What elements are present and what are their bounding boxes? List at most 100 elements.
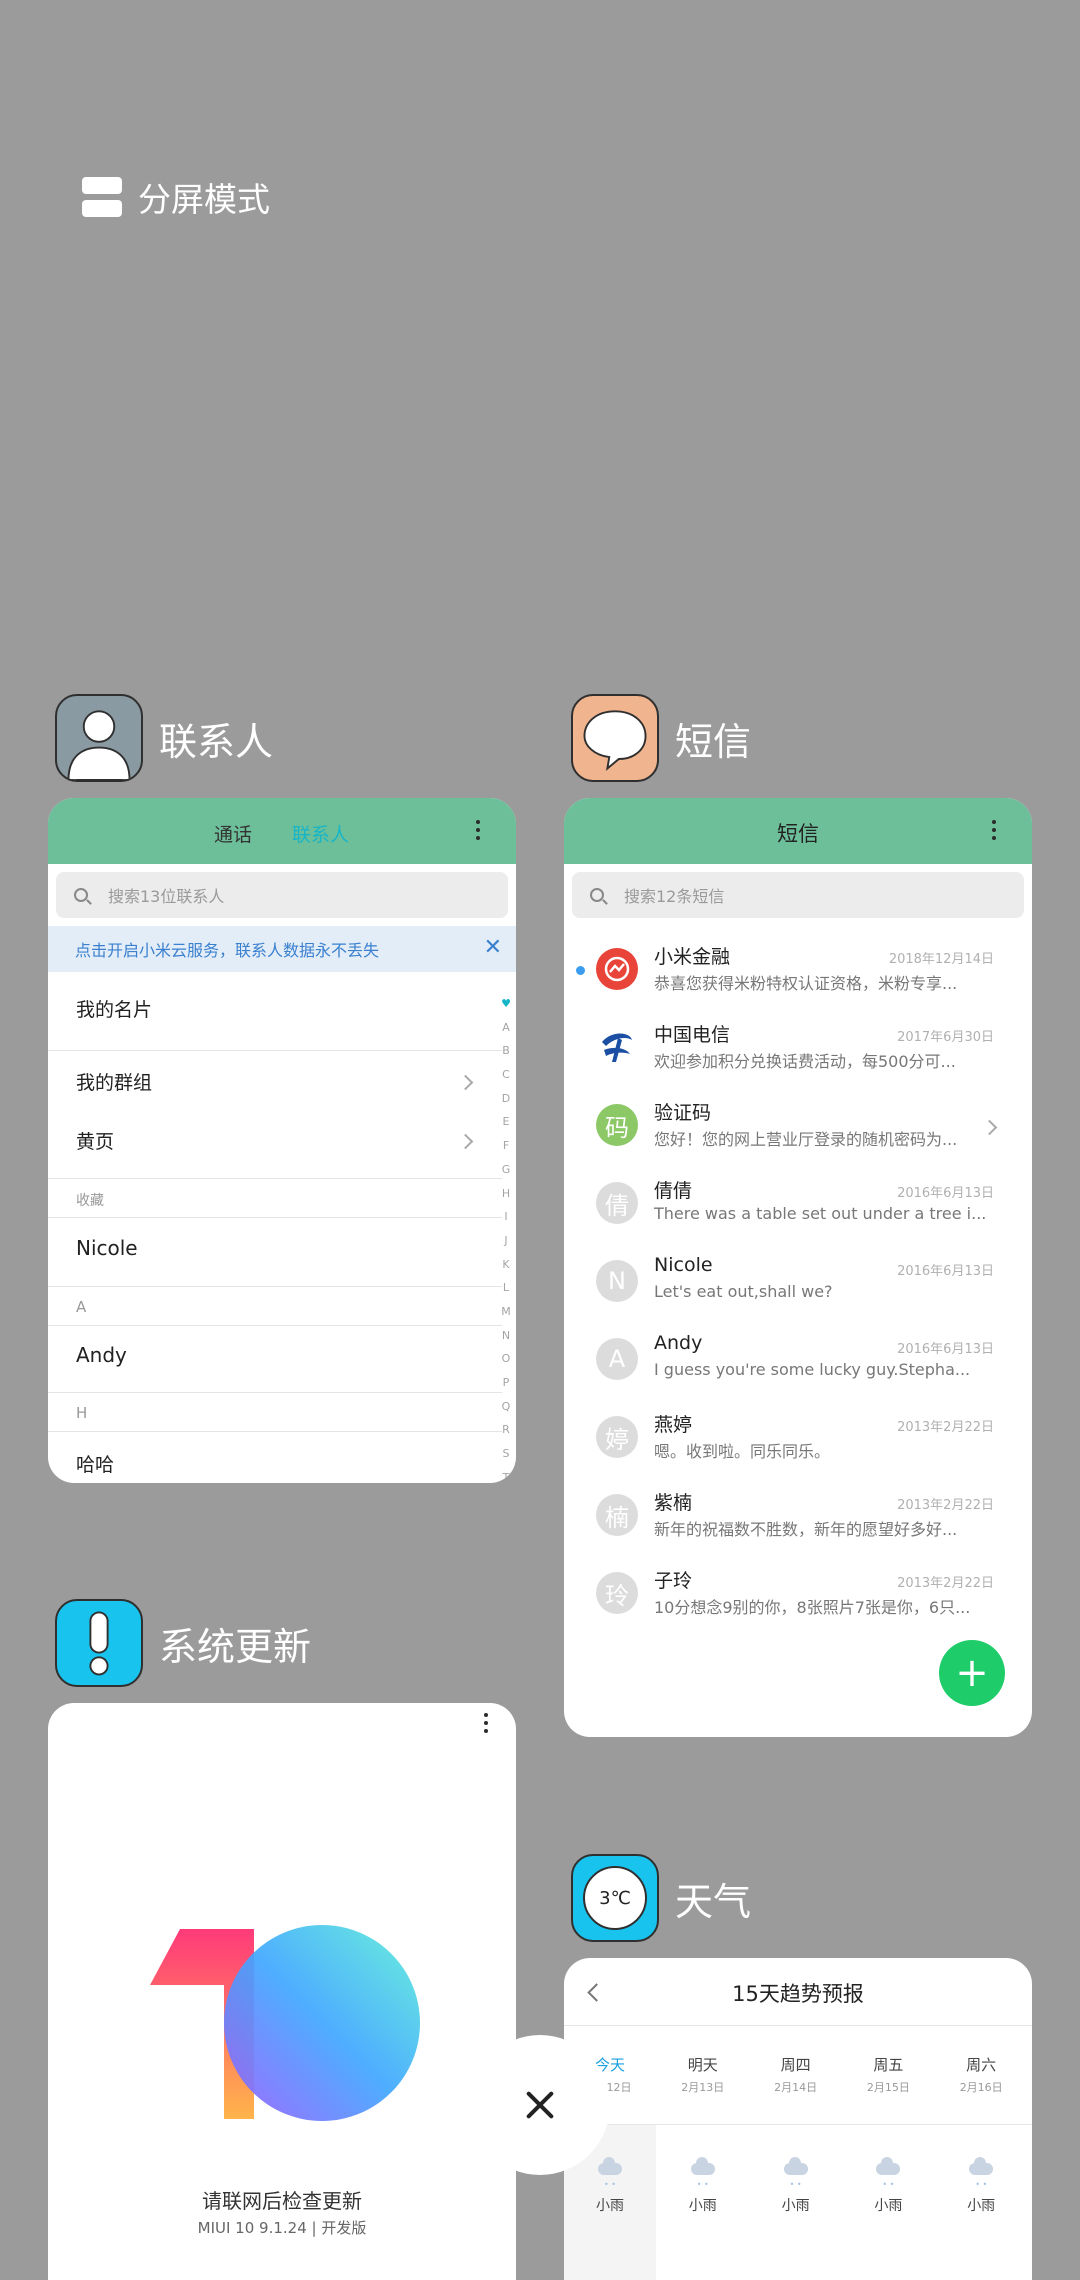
- forecast-date-label: 2月15日: [866, 2081, 910, 2094]
- message-thread[interactable]: A Andy 2016年6月13日 I guess you're some lucky…: [564, 1326, 1032, 1404]
- compose-message-button[interactable]: +: [939, 1640, 1005, 1706]
- divider: [48, 1392, 502, 1393]
- forecast-condition-cell: • • 小雨: [657, 2125, 749, 2280]
- message-thread[interactable]: 中国电信 2017年6月30日 欢迎参加积分兑换话费活动，每500分可...: [564, 1014, 1032, 1092]
- forecast-condition: 小雨: [688, 2198, 717, 2214]
- thread-sender: 倩倩: [654, 1180, 693, 1202]
- message-thread[interactable]: N Nicole 2016年6月13日 Let's eat out,shall we?: [564, 1248, 1032, 1326]
- contact-item[interactable]: Nicole: [76, 1236, 138, 1260]
- split-screen-button[interactable]: 分屏模式: [82, 173, 270, 221]
- message-thread[interactable]: 倩倩倩 2016年6月13日 There was a table set out u…: [564, 1170, 1032, 1248]
- message-thread[interactable]: 楠紫楠 2013年2月22日 新年的祝福数不胜数，新年的愿望好多好...: [564, 1482, 1032, 1560]
- my-groups-item[interactable]: 我的群组: [76, 1068, 152, 1095]
- index-letter[interactable]: A: [502, 1016, 510, 1040]
- index-letter[interactable]: G: [502, 1158, 511, 1182]
- thread-preview: There was a table set out under a tree i…: [654, 1204, 987, 1223]
- cloud-service-banner[interactable]: 点击开启小米云服务，联系人数据永不丢失 ✕: [48, 926, 516, 972]
- forecast-date-label: 2月13日: [681, 2081, 725, 2094]
- contacts-app-icon: [55, 694, 143, 782]
- weather-app-card[interactable]: 15天趋势预报 今天 2月12日 • • 小雨 明天 2月13日 • • 小雨 周四 2月14日 •…: [564, 1958, 1032, 2280]
- forecast-date-label: 2月16日: [959, 2081, 1003, 2094]
- index-letter[interactable]: D: [502, 1087, 510, 1111]
- message-thread[interactable]: 婷燕婷 2013年2月22日 嗯。收到啦。同乐同乐。: [564, 1404, 1032, 1482]
- update-app-header: 系统更新: [55, 1599, 311, 1687]
- thread-date: 2016年6月13日: [897, 1342, 994, 1357]
- contact-item[interactable]: 哈哈: [76, 1450, 114, 1477]
- finance-logo-icon: [604, 956, 630, 982]
- thread-preview: I guess you're some lucky guy.Stepha...: [654, 1360, 971, 1379]
- sms-app-card[interactable]: 短信 搜索12条短信 小米金融 2018年12月14日 恭喜您获得米粉特权认证资格，…: [564, 798, 1032, 1737]
- index-letter[interactable]: T: [503, 1466, 510, 1483]
- more-menu-icon[interactable]: [992, 820, 997, 840]
- update-version: MIUI 10 9.1.24 | 开发版: [197, 2219, 367, 2237]
- index-letter[interactable]: F: [503, 1134, 509, 1158]
- telecom-logo-icon: [602, 1033, 632, 1062]
- forecast-condition-cell: • • 小雨: [750, 2125, 842, 2280]
- thread-date: 2013年2月22日: [897, 1498, 994, 1513]
- temperature-badge: 3℃: [583, 1866, 647, 1930]
- forecast-day-header[interactable]: 周五 2月15日: [842, 2054, 934, 2095]
- tab-contacts[interactable]: 联系人: [292, 820, 349, 847]
- rain-drops-icon: • •: [604, 2180, 616, 2189]
- contact-avatar: 码: [596, 1104, 638, 1146]
- index-letter[interactable]: I: [504, 1205, 507, 1229]
- index-letter[interactable]: Q: [502, 1395, 511, 1419]
- contacts-search-input[interactable]: 搜索13位联系人: [56, 872, 508, 918]
- contact-avatar: N: [596, 1260, 638, 1302]
- my-card-item[interactable]: 我的名片: [76, 995, 152, 1022]
- index-letter[interactable]: E: [503, 1110, 510, 1134]
- update-app-icon: [55, 1599, 143, 1687]
- contacts-app-card[interactable]: 通话 联系人 搜索13位联系人 点击开启小米云服务，联系人数据永不丢失 ✕ 我的…: [48, 798, 516, 1483]
- divider: [48, 1286, 502, 1287]
- sms-search-placeholder: 搜索12条短信: [624, 887, 725, 906]
- close-icon[interactable]: ✕: [484, 935, 502, 960]
- index-letter[interactable]: C: [502, 1063, 510, 1087]
- index-letter[interactable]: B: [502, 1039, 510, 1063]
- index-letter[interactable]: K: [502, 1253, 509, 1277]
- index-letter[interactable]: P: [503, 1371, 510, 1395]
- index-letter[interactable]: M: [501, 1300, 511, 1324]
- rain-cloud-icon: [690, 2157, 715, 2175]
- sms-toolbar: 短信: [564, 798, 1032, 864]
- index-letter[interactable]: J: [504, 1229, 507, 1253]
- more-menu-icon[interactable]: [476, 820, 481, 840]
- forecast-day-label: 周五: [873, 2056, 904, 2074]
- thread-sender: 中国电信: [654, 1024, 731, 1046]
- section-header-h: H: [76, 1404, 88, 1422]
- index-letter[interactable]: L: [503, 1276, 509, 1300]
- close-all-button[interactable]: [470, 2035, 610, 2175]
- cloud-banner-text: 点击开启小米云服务，联系人数据永不丢失: [75, 941, 380, 960]
- rain-drops-icon: • •: [975, 2180, 988, 2189]
- rain-cloud-icon: [783, 2157, 808, 2175]
- index-letter[interactable]: H: [502, 1182, 510, 1206]
- contacts-search-placeholder: 搜索13位联系人: [108, 887, 225, 906]
- index-letter[interactable]: O: [502, 1347, 511, 1371]
- message-thread[interactable]: 码验证码 您好！您的网上营业厅登录的随机密码为...: [564, 1092, 1032, 1170]
- forecast-date-label: 2月14日: [774, 2081, 818, 2094]
- thread-preview: Let's eat out,shall we?: [654, 1282, 833, 1301]
- tab-calls[interactable]: 通话: [214, 820, 252, 847]
- thread-preview: 新年的祝福数不胜数，新年的愿望好多好...: [654, 1520, 958, 1539]
- index-letter[interactable]: N: [502, 1324, 510, 1348]
- update-app-card[interactable]: 请联网后检查更新 MIUI 10 9.1.24 | 开发版: [48, 1703, 516, 2280]
- index-letter[interactable]: ♥: [501, 992, 511, 1016]
- message-thread[interactable]: 玲子玲 2013年2月22日 10分想念9别的你，8张照片7张是你，6只...: [564, 1560, 1032, 1638]
- more-menu-icon[interactable]: [484, 1713, 489, 1733]
- forecast-condition: 小雨: [781, 2198, 810, 2214]
- forecast-day-header[interactable]: 明天 2月13日: [657, 2054, 749, 2095]
- search-icon: [74, 888, 88, 902]
- forecast-day-header[interactable]: 周六 2月16日: [935, 2054, 1027, 2095]
- forecast-condition: 小雨: [596, 2198, 624, 2214]
- miui10-logo: [150, 1925, 420, 2121]
- sms-search-input[interactable]: 搜索12条短信: [572, 872, 1024, 918]
- alphabet-index-bar[interactable]: ♥ A B C D E F G H I J K L M N O P Q R S T: [500, 992, 512, 1483]
- yellow-pages-item[interactable]: 黄页: [76, 1127, 114, 1154]
- contact-avatar: 楠: [596, 1494, 638, 1536]
- chevron-right-icon: [457, 1133, 474, 1150]
- index-letter[interactable]: S: [503, 1442, 510, 1466]
- message-thread[interactable]: 小米金融 2018年12月14日 恭喜您获得米粉特权认证资格，米粉专享...: [564, 936, 1032, 1014]
- index-letter[interactable]: R: [502, 1418, 510, 1442]
- update-message: 请联网后检查更新: [202, 2189, 362, 2213]
- forecast-day-header[interactable]: 周四 2月14日: [750, 2054, 842, 2095]
- contact-item[interactable]: Andy: [76, 1343, 127, 1367]
